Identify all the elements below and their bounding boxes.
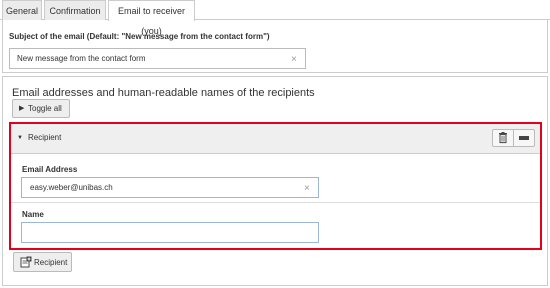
tab-email-to-receiver[interactable]: Email to receiver (you)	[108, 0, 195, 36]
add-recipient-button[interactable]: Recipient	[13, 252, 72, 272]
delete-button[interactable]	[492, 129, 514, 147]
recipient-item-header[interactable]	[11, 124, 540, 154]
subject-label: Subject of the email (Default: "New mess…	[9, 32, 270, 41]
play-icon: ▶	[19, 105, 25, 112]
recipient-item-title[interactable]: Recipient	[28, 133, 61, 142]
minus-icon	[519, 136, 529, 140]
add-item-icon	[20, 256, 32, 268]
subject-input-value: New message from the contact form	[17, 54, 146, 63]
subject-input[interactable]: New message from the contact form ×	[9, 48, 306, 69]
email-address-value: easy.weber@unibas.ch	[30, 183, 113, 192]
collapse-button[interactable]	[513, 129, 535, 147]
trash-icon	[499, 132, 507, 144]
tab-bar: General Confirmation Email to receiver (…	[0, 0, 550, 36]
caret-down-icon[interactable]: ▼	[17, 135, 23, 141]
name-label: Name	[22, 210, 44, 219]
email-address-label: Email Address	[22, 165, 78, 174]
toggle-all-label: Toggle all	[28, 104, 62, 113]
add-recipient-label: Recipient	[34, 258, 68, 267]
clear-icon[interactable]: ×	[291, 55, 297, 65]
name-input[interactable]	[21, 222, 319, 243]
tab-general[interactable]: General	[2, 0, 42, 20]
field-divider	[11, 202, 540, 203]
tab-confirmation[interactable]: Confirmation	[44, 0, 106, 20]
email-address-input[interactable]: easy.weber@unibas.ch ×	[21, 177, 319, 198]
clear-icon[interactable]: ×	[304, 184, 310, 194]
toggle-all-button[interactable]: ▶ Toggle all	[12, 99, 70, 118]
recipients-section-title: Email addresses and human-readable names…	[12, 87, 315, 99]
